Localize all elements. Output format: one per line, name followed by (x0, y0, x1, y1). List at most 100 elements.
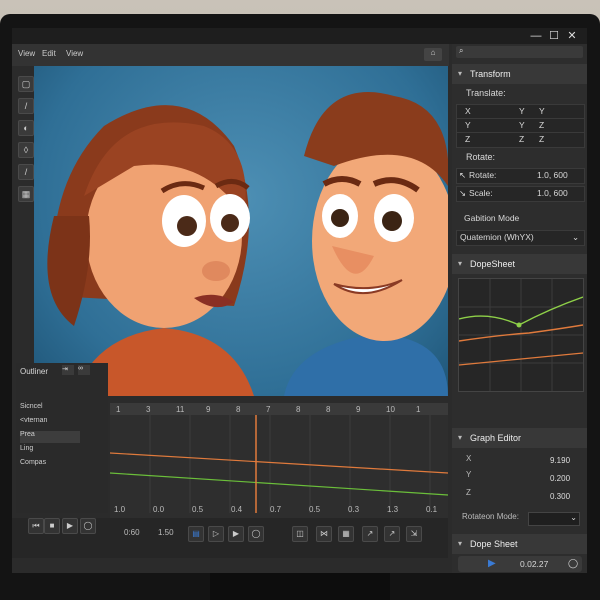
chevron-down-icon: ⌄ (570, 513, 577, 522)
graph-editor-header[interactable]: ▾ Graph Editor (452, 428, 587, 448)
grid-cell: Y (519, 120, 525, 130)
list-item[interactable]: <vternan (20, 417, 47, 429)
tick-label: 0.5 (309, 505, 321, 514)
rotation-mode-row: Gabition Mode (456, 212, 583, 226)
list-item[interactable]: Sicncel (20, 403, 43, 415)
menu-view[interactable]: View (18, 49, 35, 58)
pencil-tool-icon[interactable]: / (18, 98, 34, 114)
frame-number: 8 (326, 405, 331, 414)
grid-icon[interactable]: ▦ (338, 526, 354, 542)
minimize-button[interactable]: — (527, 28, 545, 44)
frame-number: 9 (356, 405, 361, 414)
scale-icon: ↘ (459, 188, 467, 198)
record-icon[interactable]: ◯ (80, 518, 96, 534)
record-icon[interactable]: ◯ (568, 558, 578, 569)
tick-label: 1.0 (114, 505, 126, 514)
filter-icon[interactable]: ⇥ (62, 365, 74, 375)
3d-viewport[interactable] (34, 66, 448, 396)
playback-bar: ⏮ ■ ▶ ◯ 0:60 1.50 ▤ ▷ ▶ ◯ ◫ ⋈ ▦ ↗ ↗ ⇲ (12, 518, 448, 558)
character-scene (47, 92, 448, 396)
grid-cell: Y (465, 120, 471, 130)
scale-label: Scale: (469, 188, 493, 198)
curve-icon[interactable]: ↗ (362, 526, 378, 542)
rotate-row[interactable]: ↖ Rotate: 1.0, 600 (456, 168, 585, 184)
collapse-icon: ▾ (458, 259, 463, 268)
jump-start-icon[interactable]: ⏮ (28, 518, 44, 534)
list-item[interactable]: Compas (20, 459, 46, 471)
list-item[interactable]: Prea (20, 431, 80, 443)
y-label: Y (466, 470, 472, 479)
dopesheet-title: DopeSheet (470, 259, 516, 269)
boy-character (284, 92, 448, 396)
frame-number: 3 (146, 405, 151, 414)
dopesheet-header[interactable]: ▾ DopeSheet (452, 254, 587, 274)
export-icon[interactable]: ⇲ (406, 526, 422, 542)
transform-title: Transform (470, 69, 511, 79)
bookmark-icon[interactable]: ◫ (292, 526, 308, 542)
frame-number: 10 (386, 405, 395, 414)
tick-label: 0.4 (231, 505, 243, 514)
panel-search-input[interactable]: ⌕ (456, 46, 583, 58)
curve-graph[interactable] (458, 278, 584, 392)
list-item[interactable]: Ling (20, 445, 33, 457)
stop-icon[interactable]: ■ (44, 518, 60, 534)
play-icon[interactable]: ▶ (62, 518, 78, 534)
curve-graph-svg (458, 279, 584, 391)
dope-sheet-title: Dope Sheet (470, 539, 518, 549)
link-icon[interactable]: ∞ (78, 365, 90, 375)
search-icon: ⌕ (459, 46, 464, 55)
maximize-button[interactable]: ☐ (545, 28, 563, 44)
play-icon[interactable]: ▶ (228, 526, 244, 542)
rotation-mode-label: Gabition Mode (464, 213, 520, 223)
step-back-icon[interactable]: ▷ (208, 526, 224, 542)
collapse-icon: ▾ (458, 433, 463, 442)
timecode-bar[interactable]: ▶ 0.02.27 ◯ (458, 556, 582, 572)
outliner-panel: Outliner ⇥ ∞ Sicncel <vternan Prea Ling … (16, 363, 108, 513)
grid-cell: Z (539, 120, 545, 130)
bowtie-icon[interactable]: ⋈ (316, 526, 332, 542)
menu-edit[interactable]: Edit (42, 49, 56, 58)
play-icon[interactable]: ▶ (488, 558, 496, 569)
timeline-graph (109, 403, 449, 513)
select-tool-icon[interactable]: ▢ (18, 76, 34, 92)
grid-cell: Y (519, 106, 525, 116)
rotate-value: 1.0, 600 (537, 170, 568, 180)
frame-number: 7 (266, 405, 271, 414)
scale-value: 1.0, 600 (537, 188, 568, 198)
tick-label: 1.3 (387, 505, 399, 514)
x-label: X (466, 454, 472, 463)
close-button[interactable]: ✕ (563, 28, 581, 44)
z-value[interactable]: 0.300 (550, 492, 570, 501)
draw-tool-icon[interactable]: / (18, 164, 34, 180)
x-value[interactable]: 9.190 (550, 456, 570, 465)
grid-cell: Y (539, 106, 545, 116)
grid-cell: Z (465, 134, 471, 144)
graph-rotation-mode-select[interactable]: ⌄ (528, 512, 580, 526)
frame-number: 8 (296, 405, 301, 414)
graph-editor-title: Graph Editor (470, 433, 522, 443)
move-tool-icon[interactable]: ◐ (18, 120, 34, 136)
frame-number: 11 (176, 405, 185, 414)
brush-tool-icon[interactable]: ◊ (18, 142, 34, 158)
curve-icon[interactable]: ↗ (384, 526, 400, 542)
control-number: 0:60 (124, 528, 140, 537)
transform-header[interactable]: ▾ Transform (452, 64, 587, 84)
properties-panel: ⌕ ▾ Transform Translate: X Y Y Y Y Z Z Z… (452, 44, 587, 573)
collapse-icon: ▾ (458, 69, 463, 78)
scale-row[interactable]: ↘ Scale: 1.0, 600 (456, 186, 585, 202)
rotation-mode-select[interactable]: Quatemion (WhYX) ⌄ (456, 230, 585, 246)
dope-sheet-header[interactable]: ▾ Dope Sheet (452, 534, 587, 554)
menu-view-2[interactable]: View (66, 49, 83, 58)
grid-tool-icon[interactable]: ▦ (18, 186, 34, 202)
camera-icon[interactable]: ⌂ (424, 48, 442, 61)
keyframe-icon[interactable]: ▤ (188, 526, 204, 542)
timecode-value: 0.02.27 (520, 559, 549, 569)
y-value[interactable]: 0.200 (550, 474, 570, 483)
collapse-icon: ▾ (458, 539, 463, 548)
outliner-title: Outliner (20, 367, 49, 376)
title-bar: — ☐ ✕ (12, 28, 587, 44)
grid-cell: Z (539, 134, 545, 144)
rotate-icon: ↖ (459, 170, 467, 180)
stop-icon[interactable]: ◯ (248, 526, 264, 542)
translate-row-3[interactable]: Z Z Z (456, 132, 585, 148)
